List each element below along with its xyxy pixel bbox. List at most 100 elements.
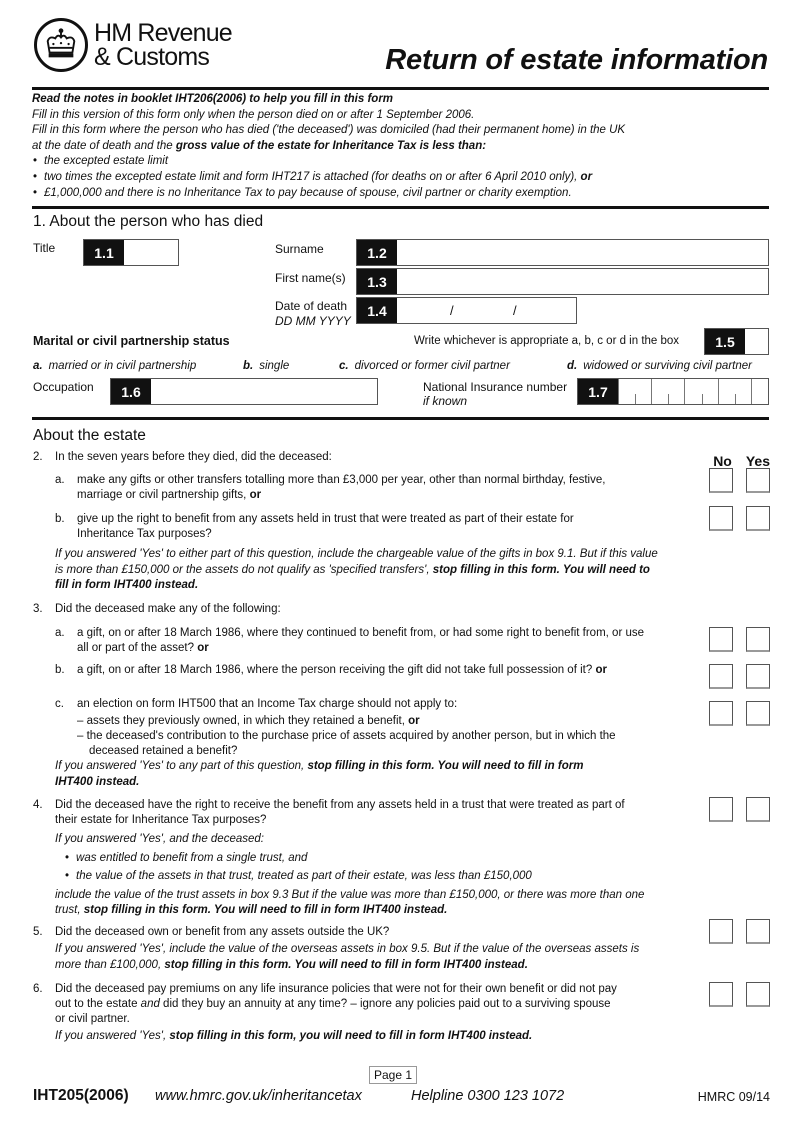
answer-no-checkbox[interactable] <box>709 982 733 1007</box>
question-4-answers <box>709 797 770 822</box>
date-format-hint: DD MM YYYY <box>275 314 351 328</box>
ni-cell[interactable] <box>750 379 768 404</box>
date-separator: / <box>513 303 517 318</box>
marital-status-field[interactable]: 1.5 <box>704 328 769 355</box>
answer-yes-checkbox[interactable] <box>746 506 770 531</box>
answer-yes-checkbox[interactable] <box>746 919 770 944</box>
question-2a-answers <box>709 468 770 493</box>
document-title: Return of estate information <box>385 44 768 76</box>
estate-section-title: About the estate <box>33 427 146 444</box>
question-3b: b. a gift, on or after 18 March 1986, whe… <box>55 664 607 676</box>
ni-number-input[interactable] <box>618 379 768 404</box>
ni-number-hint: if known <box>423 394 468 408</box>
date-of-death-input[interactable]: / / <box>397 298 576 323</box>
box-number: 1.5 <box>705 329 745 354</box>
intro-bullets: the excepted estate limit two times the … <box>32 154 772 201</box>
answer-yes-checkbox[interactable] <box>746 627 770 652</box>
intro-line-2: Fill in this version of this form only w… <box>32 108 475 121</box>
title-label: Title <box>33 241 56 255</box>
title-input[interactable] <box>124 240 178 265</box>
answer-no-checkbox[interactable] <box>709 627 733 652</box>
website-link[interactable]: www.hmrc.gov.uk/inheritancetax <box>155 1088 362 1104</box>
occupation-field[interactable]: 1.6 <box>110 378 378 405</box>
answer-no-checkbox[interactable] <box>709 797 733 822</box>
royal-crown-icon <box>34 18 88 72</box>
question-2: 2. In the seven years before they died, d… <box>33 451 332 463</box>
surname-field[interactable]: 1.2 <box>356 239 769 266</box>
ni-cell[interactable] <box>717 379 751 404</box>
helpline-number: Helpline 0300 123 1072 <box>411 1088 565 1104</box>
question-6-note: If you answered 'Yes', stop filling in t… <box>55 1030 533 1042</box>
intro-line-3: Fill in this form where the person who h… <box>32 124 626 137</box>
ni-cell[interactable] <box>618 379 651 404</box>
box-number: 1.3 <box>357 269 397 294</box>
intro-bullet: two times the excepted estate limit and … <box>32 170 772 186</box>
date-of-death-field[interactable]: 1.4 / / <box>356 297 577 324</box>
question-3-note: If you answered 'Yes' to any part of thi… <box>55 760 584 788</box>
ni-cell[interactable] <box>684 379 717 404</box>
question-2b-answers <box>709 506 770 531</box>
box-number: 1.7 <box>578 379 618 404</box>
intro-bullet: £1,000,000 and there is no Inheritance T… <box>32 186 772 202</box>
surname-label: Surname <box>275 242 324 256</box>
question-2a: a. make any gifts or other transfers tota… <box>55 474 606 501</box>
question-3a-answers <box>709 627 770 652</box>
first-names-input[interactable] <box>397 269 768 294</box>
question-5-answers <box>709 919 770 944</box>
marital-status-instruction: Write whichever is appropriate a, b, c o… <box>414 335 680 347</box>
question-4: 4. Did the deceased have the right to rec… <box>33 799 625 826</box>
note-bullet: • was entitled to benefit from a single t… <box>65 851 308 864</box>
surname-input[interactable] <box>397 240 768 265</box>
title-field[interactable]: 1.1 <box>83 239 179 266</box>
box-number: 1.4 <box>357 298 397 323</box>
box-number: 1.1 <box>84 240 124 265</box>
box-number: 1.2 <box>357 240 397 265</box>
intro-line-4: at the date of death and the gross value… <box>32 139 487 152</box>
answer-yes-checkbox[interactable] <box>746 982 770 1007</box>
answer-yes-checkbox[interactable] <box>746 701 770 726</box>
note-bullet: • the value of the assets in that trust, … <box>65 870 532 882</box>
answer-column-headers: No Yes <box>713 453 770 469</box>
answer-yes-checkbox[interactable] <box>746 468 770 493</box>
question-6-answers <box>709 982 770 1007</box>
question-2-note: If you answered 'Yes' to either part of … <box>55 548 658 591</box>
answer-no-checkbox[interactable] <box>709 919 733 944</box>
answer-yes-checkbox[interactable] <box>746 797 770 822</box>
question-2b: b. give up the right to benefit from any … <box>55 513 574 540</box>
answer-yes-checkbox[interactable] <box>746 664 770 689</box>
marital-option-c: c. divorced or former civil partner <box>339 360 510 372</box>
marital-status-heading: Marital or civil partnership status <box>33 334 230 348</box>
question-3c: c. an election on form IHT500 that an Inc… <box>55 698 616 757</box>
section-divider <box>32 206 769 209</box>
marital-status-input[interactable] <box>745 329 768 354</box>
intro-notes: Read the notes in booklet IHT206(2006) t… <box>32 92 772 201</box>
marital-option-b: b. single <box>243 360 290 372</box>
intro-bullet: the excepted estate limit <box>32 154 772 170</box>
answer-no-checkbox[interactable] <box>709 701 733 726</box>
answer-no-checkbox[interactable] <box>709 506 733 531</box>
page-number: Page 1 <box>369 1066 418 1084</box>
form-code: IHT205(2006) <box>33 1087 129 1104</box>
occupation-label: Occupation <box>33 380 94 394</box>
answer-no-checkbox[interactable] <box>709 664 733 689</box>
ni-cell[interactable] <box>651 379 684 404</box>
question-6: 6. Did the deceased pay premiums on any l… <box>33 983 617 1025</box>
date-separator: / <box>450 303 454 318</box>
yes-column-header: Yes <box>745 453 770 469</box>
occupation-input[interactable] <box>151 379 377 404</box>
question-3c-answers <box>709 701 770 726</box>
intro-line-1: Read the notes in booklet IHT206(2006) t… <box>32 93 394 105</box>
question-5-note: If you answered 'Yes', include the value… <box>55 943 640 971</box>
marital-option-a: a. married or in civil partnership <box>33 360 197 372</box>
question-4-note: If you answered 'Yes', and the deceased:… <box>55 833 645 916</box>
marital-option-d: d. widowed or surviving civil partner <box>567 360 752 372</box>
form-version: HMRC 09/14 <box>697 1090 770 1104</box>
no-column-header: No <box>713 453 732 469</box>
ni-number-field[interactable]: 1.7 <box>577 378 769 405</box>
question-3b-answers <box>709 664 770 689</box>
first-names-field[interactable]: 1.3 <box>356 268 769 295</box>
hmrc-logo: HM Revenue & Customs <box>34 18 233 72</box>
answer-no-checkbox[interactable] <box>709 468 733 493</box>
question-3: 3. Did the deceased make any of the follo… <box>33 603 281 615</box>
first-names-label: First name(s) <box>275 271 346 285</box>
